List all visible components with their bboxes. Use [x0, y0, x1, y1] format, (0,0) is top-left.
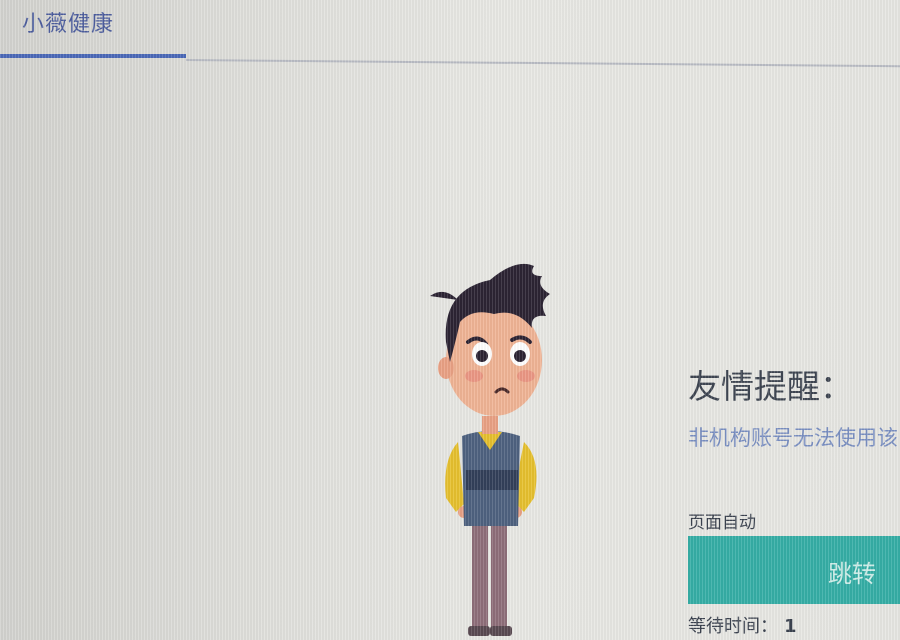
worried-boy-illustration — [430, 263, 550, 636]
header-divider — [185, 59, 900, 68]
wait-time-label: 等待时间： — [688, 616, 778, 637]
active-tab-indicator — [0, 54, 186, 58]
notice-panel: 友情提醒： 非机构账号无法使用该 页面自动 跳转 等待时间： 1 — [688, 360, 900, 640]
jump-button-label: 跳转 — [828, 561, 876, 588]
tab-xiaowei-health[interactable]: 小薇健康 — [0, 0, 186, 60]
notice-message: 非机构账号无法使用该 — [688, 426, 898, 450]
wait-time-value: 1 — [784, 616, 797, 637]
tab-label: 小薇健康 — [22, 12, 115, 37]
wait-time: 等待时间： 1 — [688, 612, 797, 638]
auto-redirect-text: 页面自动 — [688, 513, 756, 533]
notice-title: 友情提醒： — [688, 367, 853, 406]
top-nav: 小薇健康 — [0, 0, 900, 68]
jump-button[interactable]: 跳转 — [688, 536, 900, 604]
